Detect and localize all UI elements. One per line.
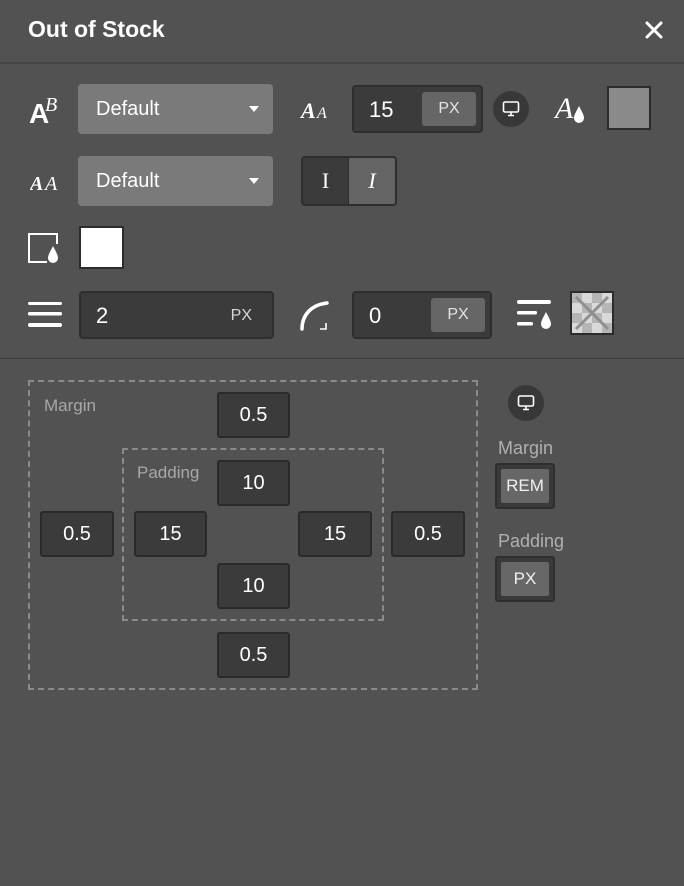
background-color-swatch[interactable] — [79, 226, 124, 269]
svg-text:A: A — [300, 98, 316, 122]
border-width-unit[interactable]: PX — [231, 307, 252, 325]
margin-bottom-input[interactable]: 0.5 — [217, 632, 290, 678]
padding-right-input[interactable]: 15 — [298, 511, 372, 557]
margin-unit-button[interactable]: REM — [495, 463, 555, 509]
margin-box-label: Margin — [44, 396, 96, 415]
background-color-icon — [28, 233, 58, 263]
margin-top-input[interactable]: 0.5 — [217, 392, 290, 438]
section-divider — [0, 358, 684, 359]
svg-text:A: A — [316, 105, 327, 122]
transparent-pattern-icon — [572, 293, 612, 333]
margin-right-input[interactable]: 0.5 — [391, 511, 465, 557]
padding-unit-button[interactable]: PX — [495, 556, 555, 602]
font-family-select[interactable]: Default — [78, 84, 273, 134]
font-weight-icon: A A — [30, 173, 58, 194]
font-weight-select[interactable]: Default — [78, 156, 273, 206]
border-width-icon — [28, 302, 62, 327]
text-color-icon: A — [554, 92, 584, 125]
style-normal-button[interactable]: I — [303, 158, 350, 204]
svg-text:B: B — [45, 94, 57, 116]
border-radius-value: 0 — [369, 303, 382, 328]
style-italic-button[interactable]: I — [349, 158, 395, 204]
margin-unit-value: REM — [501, 469, 549, 503]
text-color-swatch[interactable] — [607, 86, 651, 130]
chevron-down-icon — [249, 178, 259, 184]
border-width-field[interactable]: 2 PX — [79, 291, 274, 339]
font-size-value: 15 — [369, 97, 394, 122]
padding-unit-value: PX — [501, 562, 549, 596]
border-color-icon — [517, 300, 551, 329]
padding-top-input[interactable]: 10 — [217, 460, 290, 506]
font-family-value: Default — [96, 98, 160, 120]
svg-text:A: A — [43, 173, 58, 194]
font-weight-value: Default — [96, 170, 160, 192]
spacing-device-button[interactable] — [508, 385, 544, 421]
monitor-icon — [502, 101, 520, 117]
font-style-toggle: I I — [301, 156, 397, 206]
border-radius-icon — [300, 301, 329, 331]
font-size-unit[interactable]: PX — [422, 92, 476, 126]
monitor-icon — [517, 395, 535, 411]
margin-left-input[interactable]: 0.5 — [40, 511, 114, 557]
padding-bottom-input[interactable]: 10 — [217, 563, 290, 609]
font-family-icon: A B — [29, 94, 57, 127]
padding-unit-label: Padding — [498, 531, 565, 551]
font-size-field[interactable]: 15 PX — [352, 85, 483, 133]
svg-text:A: A — [554, 92, 574, 125]
border-width-value: 2 — [96, 303, 109, 328]
border-radius-field[interactable]: 0 PX — [352, 291, 492, 339]
border-color-swatch[interactable] — [570, 291, 614, 335]
font-size-icon: A A — [300, 98, 327, 122]
close-icon[interactable] — [642, 18, 666, 42]
chevron-down-icon — [249, 106, 259, 112]
margin-unit-label: Margin — [498, 438, 554, 458]
padding-left-input[interactable]: 15 — [134, 511, 207, 557]
padding-box-label: Padding — [137, 463, 200, 482]
border-radius-unit[interactable]: PX — [431, 298, 485, 332]
device-toggle-button[interactable] — [493, 91, 529, 127]
svg-text:A: A — [30, 173, 43, 194]
panel-title: Out of Stock — [28, 16, 165, 42]
